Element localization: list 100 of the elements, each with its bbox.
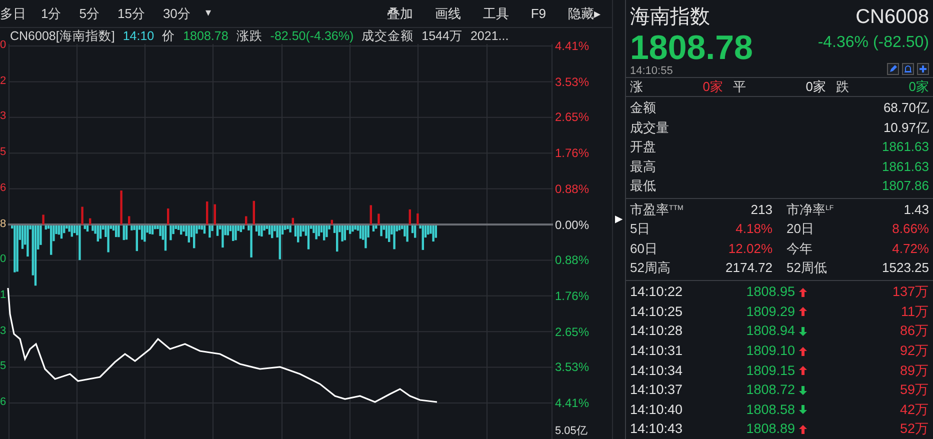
axis-label: 4.41% xyxy=(555,40,590,52)
toolbar-button[interactable]: 工具 xyxy=(472,4,520,24)
ratio-value: 4.72% xyxy=(892,240,929,258)
info-text: 14:10 xyxy=(122,28,154,45)
period-tab[interactable]: 15分 xyxy=(108,4,154,24)
tick-volume: 42万 xyxy=(898,400,929,419)
axis-label: 5 xyxy=(0,147,6,158)
ratio-value: 12.02% xyxy=(728,240,772,258)
period-tab[interactable]: 5分 xyxy=(70,4,108,24)
axis-label: 3.53% xyxy=(555,361,590,374)
tick-volume: 11万 xyxy=(900,302,929,321)
tick-volume: 89万 xyxy=(898,362,929,380)
info-text: CN6008[海南指数] xyxy=(10,28,115,45)
breadth-label: 涨 xyxy=(630,78,643,96)
tick-price: 1808.94 xyxy=(745,322,795,340)
bell-icon[interactable] xyxy=(902,63,914,75)
stat-label: 最高 xyxy=(630,158,656,176)
price-change: -4.36% (-82.50) xyxy=(818,33,929,53)
ratio-label: 60日 xyxy=(630,240,658,258)
tick-volume: 86万 xyxy=(898,322,929,340)
period-tab[interactable]: 30分 xyxy=(154,4,200,24)
axis-label: 4.41% xyxy=(555,397,590,409)
period-tab[interactable]: 1分 xyxy=(32,4,70,24)
tick-time: 14:10:28 xyxy=(630,322,684,340)
axis-label: 8 xyxy=(0,218,6,230)
stat-value: 1861.63 xyxy=(882,138,929,156)
index-name: 海南指数 xyxy=(630,5,710,30)
stat-value: 68.70亿 xyxy=(883,99,929,117)
toolbar-button[interactable]: 隐藏▸ xyxy=(557,4,612,24)
tick-time: 14:10:40 xyxy=(630,400,684,419)
axis-label: 3 xyxy=(0,111,6,122)
tick-volume: 92万 xyxy=(898,342,929,360)
period-tab[interactable]: 多日 xyxy=(0,4,32,24)
plus-icon[interactable] xyxy=(917,63,929,75)
tick-price: 1808.72 xyxy=(745,381,795,400)
breadth-label: 跌 xyxy=(836,78,849,96)
ratio-label: 20日 xyxy=(786,220,814,238)
expand-arrow[interactable]: ▶ xyxy=(615,212,623,227)
axis-label: 2.65% xyxy=(555,326,590,338)
axis-label: 5 xyxy=(0,361,6,372)
axis-label: 0.88% xyxy=(555,182,590,195)
tick-price: 1808.95 xyxy=(745,283,795,302)
stat-value: 10.97亿 xyxy=(883,118,929,136)
breadth-count: 0家 xyxy=(908,78,929,96)
tick-volume: 59万 xyxy=(898,381,929,400)
ratio-label: 市净率$^{LF}$ xyxy=(786,200,834,218)
breadth-count: 0家 xyxy=(804,78,826,96)
tick-time: 14:10:31 xyxy=(630,342,684,360)
ratio-label: 今年 xyxy=(786,240,812,258)
axis-label: 0.00% xyxy=(555,218,590,230)
axis-label: 6 xyxy=(0,397,6,408)
tick-volume: 52万 xyxy=(898,420,929,438)
ratio-value: 1523.25 xyxy=(882,259,929,277)
info-text: 成交金额 xyxy=(362,28,414,45)
info-text: -82.50(-4.36%) xyxy=(270,28,354,45)
info-text: 1808.78 xyxy=(183,28,228,45)
breadth-label: 平 xyxy=(733,78,746,96)
tick-time: 14:10:43 xyxy=(630,420,684,438)
toolbar-button[interactable]: F9 xyxy=(520,4,557,24)
stat-value: 1861.63 xyxy=(882,158,929,176)
tick-time: 14:10:34 xyxy=(630,362,684,380)
toolbar-button[interactable]: 叠加 xyxy=(376,4,424,24)
info-text: 1544万 xyxy=(422,28,462,45)
tick-price: 1809.10 xyxy=(745,342,795,360)
tick-price: 1809.15 xyxy=(745,362,795,380)
ratio-value: 213 xyxy=(750,200,772,218)
quote-time: 14:10:55 xyxy=(630,64,673,79)
ratio-value: 2174.72 xyxy=(726,259,772,277)
info-text: 涨跌 xyxy=(236,28,262,45)
ratio-value: 4.18% xyxy=(736,220,772,238)
breadth-count: 0家 xyxy=(702,78,723,96)
axis-label: 1 xyxy=(0,290,6,301)
stat-label: 金额 xyxy=(630,99,656,117)
axis-label: 3 xyxy=(0,326,6,337)
pencil-icon[interactable] xyxy=(887,63,899,75)
ratio-label: 52周低 xyxy=(786,259,827,277)
info-text: 2021... xyxy=(470,28,509,45)
axis-label: 5.05亿 xyxy=(555,426,588,437)
stat-value: 1807.86 xyxy=(882,177,929,195)
index-code: CN6008 xyxy=(856,5,929,30)
ratio-value: 1.43 xyxy=(904,200,929,218)
tick-price: 1809.29 xyxy=(745,302,795,321)
toolbar-button[interactable]: 画线 xyxy=(424,4,472,24)
ratio-label: 市盈率$^{TTM}$ xyxy=(630,200,684,218)
axis-label: 1.76% xyxy=(555,290,590,302)
tick-time: 14:10:22 xyxy=(630,283,684,302)
axis-label: 3.53% xyxy=(555,76,590,88)
current-price: 1808.78 xyxy=(630,31,753,65)
stat-label: 开盘 xyxy=(630,138,656,156)
tick-volume: 137万 xyxy=(891,283,929,302)
tick-price: 1808.89 xyxy=(745,420,795,438)
tick-time: 14:10:25 xyxy=(630,302,684,321)
axis-label: 0 xyxy=(0,40,6,51)
tick-price: 1808.58 xyxy=(745,400,795,419)
stat-label: 成交量 xyxy=(630,118,669,136)
ratio-value: 8.66% xyxy=(892,220,929,238)
tick-time: 14:10:37 xyxy=(630,381,684,400)
more-dropdown[interactable]: ▾ xyxy=(199,5,218,22)
axis-label: 2.65% xyxy=(555,111,590,124)
axis-label: 1.76% xyxy=(555,147,590,160)
